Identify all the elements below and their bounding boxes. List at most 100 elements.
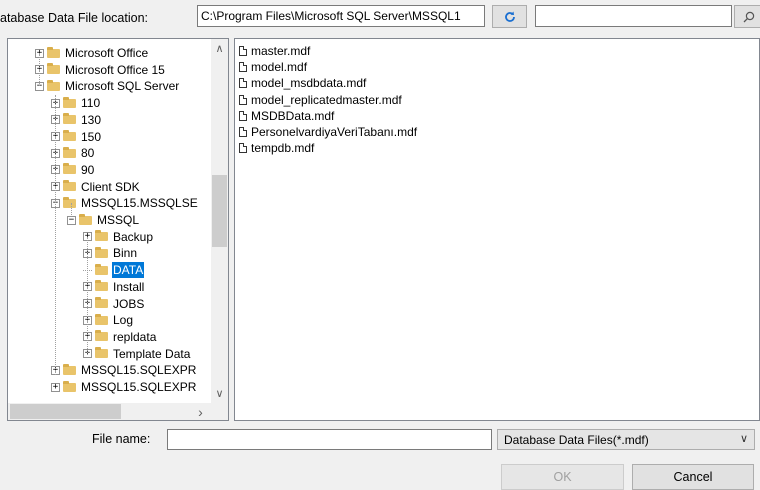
- file-name-input[interactable]: [167, 429, 492, 450]
- tree-guide-line: [55, 95, 56, 375]
- file-item[interactable]: model_replicatedmaster.mdf: [239, 92, 402, 108]
- tree-node[interactable]: + Install: [83, 279, 145, 295]
- tree-node[interactable]: + repldata: [83, 329, 157, 345]
- tree-node-label: Client SDK: [81, 179, 140, 194]
- tree-node[interactable]: + MSSQL15.SQLEXPR: [51, 362, 197, 378]
- location-path-input[interactable]: C:\Program Files\Microsoft SQL Server\MS…: [197, 5, 485, 27]
- folder-icon: [63, 380, 76, 392]
- scroll-down-icon[interactable]: ∨: [211, 387, 228, 400]
- search-icon: [743, 11, 755, 22]
- file-item[interactable]: tempdb.mdf: [239, 140, 314, 156]
- folder-icon: [63, 113, 76, 125]
- tree-vertical-scrollbar[interactable]: ∧ ∨: [211, 39, 228, 403]
- tree-node[interactable]: +150: [51, 129, 102, 145]
- tree-node[interactable]: + Log: [83, 312, 134, 328]
- folder-icon: [63, 363, 76, 375]
- folder-icon: [63, 146, 76, 158]
- folder-icon: [95, 280, 108, 292]
- file-type-select[interactable]: Database Data Files(*.mdf) ∨: [497, 429, 755, 450]
- tree-node-label: 110: [81, 96, 101, 111]
- chevron-down-icon: ∨: [739, 433, 748, 445]
- folder-icon: [63, 163, 76, 175]
- document-icon: [239, 110, 247, 121]
- tree-node[interactable]: − MSSQL15.MSSQLSE: [51, 195, 199, 211]
- folder-icon: [47, 46, 60, 58]
- file-item[interactable]: model_msdbdata.mdf: [239, 75, 366, 91]
- tree-node[interactable]: + Binn: [83, 245, 138, 261]
- file-list[interactable]: master.mdf model.mdf model_msdbdata.mdf mod…: [234, 38, 760, 421]
- search-input[interactable]: [535, 5, 732, 27]
- folder-icon: [95, 263, 108, 275]
- scroll-right-icon[interactable]: ›: [192, 404, 209, 420]
- tree-node[interactable]: + MSSQL15.SQLEXPR: [51, 379, 197, 395]
- tree-node[interactable]: + Microsoft Office: [35, 45, 149, 61]
- search-button[interactable]: [734, 5, 760, 28]
- file-item[interactable]: model.mdf: [239, 59, 307, 75]
- scroll-up-icon[interactable]: ∧: [211, 42, 228, 55]
- tree-node[interactable]: − Microsoft SQL Server: [35, 78, 180, 94]
- tree-node[interactable]: +110: [51, 95, 101, 111]
- folder-icon: [63, 96, 76, 108]
- tree-node[interactable]: +90: [51, 162, 95, 178]
- tree-horizontal-scroll-thumb[interactable]: [10, 404, 121, 419]
- folder-icon: [95, 297, 108, 308]
- tree-node-label: 80: [81, 146, 95, 161]
- tree-node[interactable]: + Backup: [83, 229, 154, 245]
- document-icon: [239, 127, 247, 137]
- folder-icon: [47, 79, 60, 91]
- tree-node[interactable]: +130: [51, 112, 102, 128]
- tree-node-label: MSSQL15.SQLEXPR: [81, 380, 197, 394]
- folder-icon: [95, 246, 108, 258]
- tree-node[interactable]: − MSSQL: [67, 212, 140, 228]
- tree-node-label: repldata: [113, 329, 157, 344]
- tree-node-label: 150: [81, 129, 102, 144]
- collapse-icon[interactable]: −: [67, 215, 76, 225]
- folder-icon: [95, 230, 108, 242]
- tree-node[interactable]: + Template Data: [83, 346, 191, 362]
- document-icon: [239, 94, 247, 105]
- file-name: tempdb.mdf: [251, 141, 315, 156]
- refresh-icon: [504, 11, 515, 22]
- tree-vertical-scroll-thumb[interactable]: [212, 175, 227, 247]
- tree-node[interactable]: +80: [51, 145, 95, 161]
- file-name: PersonelvardiyaVeriTabanı.mdf: [251, 125, 418, 139]
- folder-icon: [95, 313, 108, 325]
- document-icon: [239, 46, 247, 56]
- tree-node-label: MSSQL15.MSSQLSE: [81, 196, 198, 211]
- tree-node[interactable]: + Client SDK: [51, 179, 141, 195]
- cancel-button[interactable]: Cancel: [632, 464, 754, 490]
- tree-node-label: Install: [113, 279, 145, 294]
- file-name: master.mdf: [251, 44, 311, 58]
- tree-guide-line: [39, 53, 40, 86]
- tree-horizontal-scrollbar[interactable]: ›: [8, 403, 228, 420]
- file-name: model_msdbdata.mdf: [251, 76, 367, 91]
- file-item[interactable]: master.mdf: [239, 43, 310, 59]
- ok-button[interactable]: OK: [501, 464, 624, 490]
- tree-node-label: DATA: [112, 262, 145, 279]
- tree-node-label: Log: [113, 313, 134, 328]
- file-item[interactable]: MSDBData.mdf: [239, 108, 334, 124]
- tree-node[interactable]: DATA: [83, 262, 145, 279]
- file-type-selected: Database Data Files(*.mdf): [504, 433, 649, 447]
- refresh-button[interactable]: [492, 5, 527, 28]
- tree-node-label: Template Data: [113, 346, 191, 361]
- tree-node-label: 90: [81, 162, 95, 177]
- tree-node-label: MSSQL15.SQLEXPR: [81, 363, 197, 378]
- folder-icon: [95, 347, 108, 359]
- tree-node-label: 130: [81, 112, 102, 127]
- tree-guide-line: [71, 203, 72, 215]
- tree-node-label: Backup: [113, 229, 154, 244]
- folder-icon: [63, 196, 76, 208]
- folder-icon: [63, 180, 76, 192]
- tree-node[interactable]: + JOBS: [83, 296, 145, 312]
- file-item[interactable]: PersonelvardiyaVeriTabanı.mdf: [239, 124, 417, 140]
- expand-icon[interactable]: +: [51, 382, 60, 392]
- tree-node-label: Microsoft SQL Server: [65, 79, 180, 94]
- tree-node[interactable]: + Microsoft Office 15: [35, 62, 166, 78]
- folder-icon: [63, 130, 76, 141]
- folder-tree[interactable]: + Microsoft Office + Microsoft Office 15− Mi…: [7, 38, 229, 421]
- folder-icon: [47, 63, 60, 75]
- tree-guide-line: [87, 237, 88, 353]
- folder-icon: [95, 330, 108, 342]
- document-icon: [239, 62, 247, 73]
